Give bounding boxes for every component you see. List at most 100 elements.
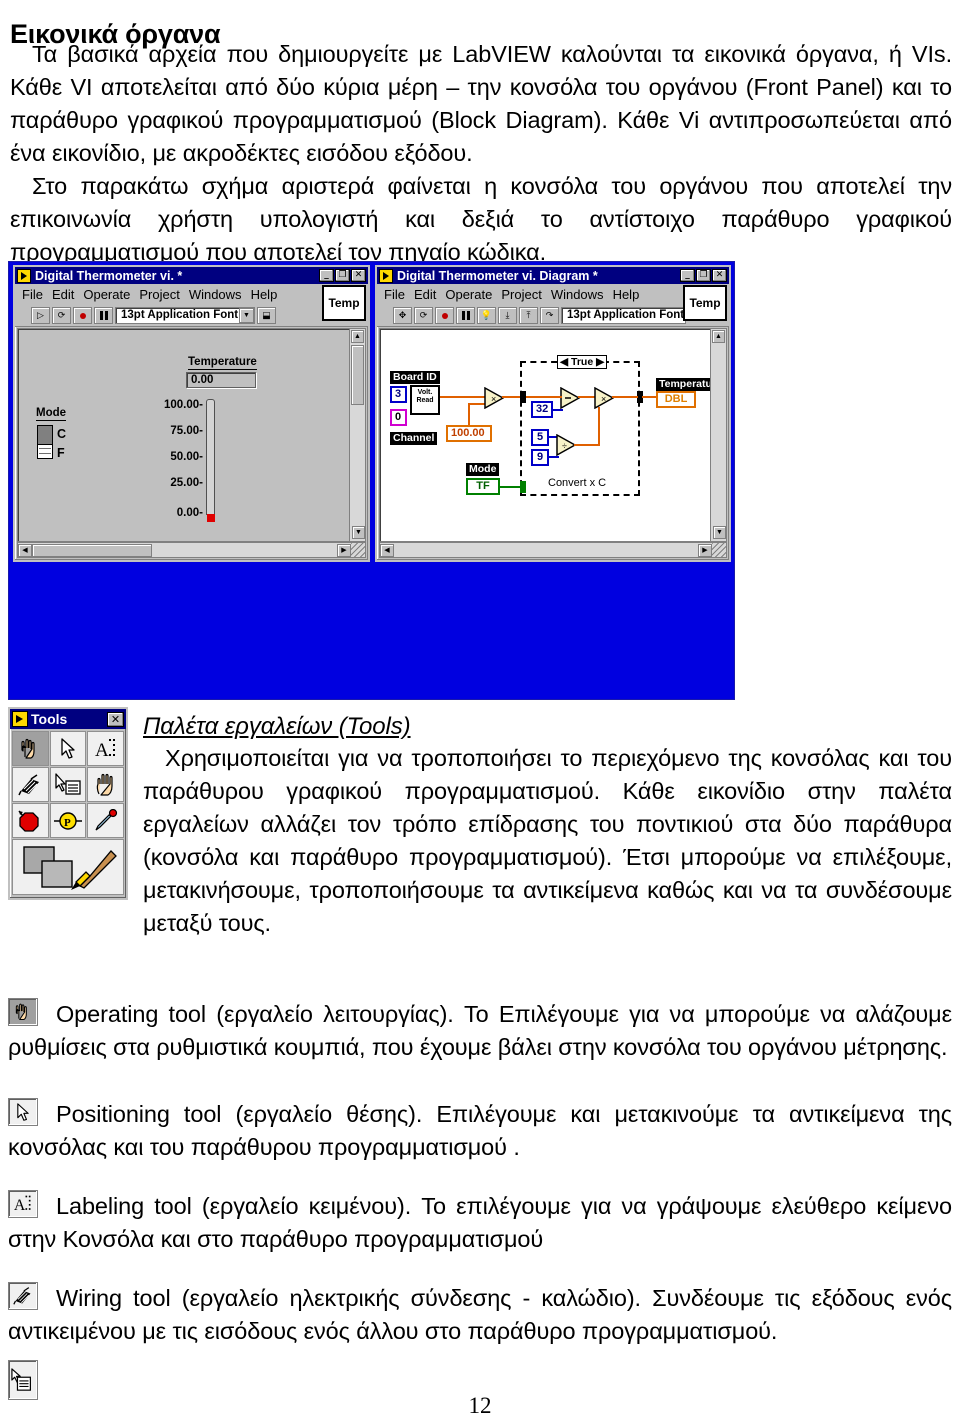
temperature-indicator[interactable]: 0.00 xyxy=(186,372,256,388)
board-id-terminal-label[interactable]: Board ID xyxy=(390,371,440,384)
tool-breakpoint[interactable] xyxy=(12,803,49,838)
pause-button[interactable] xyxy=(456,307,475,324)
menu-help[interactable]: Help xyxy=(251,287,278,302)
menu-windows[interactable]: Windows xyxy=(551,287,604,302)
step-out-button[interactable]: ↷ xyxy=(540,307,559,324)
front-panel-vertical-scrollbar[interactable]: ▲ ▼ xyxy=(349,329,365,541)
menu-project[interactable]: Project xyxy=(139,287,179,302)
thermometer-tube[interactable] xyxy=(206,399,215,515)
wire-divide-right xyxy=(574,444,600,446)
subtract-node[interactable] xyxy=(560,387,580,409)
front-panel-title: Digital Thermometer vi. * xyxy=(35,269,319,283)
tool-labeling[interactable]: A xyxy=(87,731,124,766)
menu-operate[interactable]: Operate xyxy=(83,287,130,302)
divide-node[interactable]: ÷ xyxy=(556,434,576,456)
scroll-down-icon[interactable]: ▼ xyxy=(352,526,365,539)
scale-constant-100[interactable]: 100.00 xyxy=(446,425,492,442)
menu-file[interactable]: File xyxy=(384,287,405,302)
menu-project[interactable]: Project xyxy=(501,287,541,302)
mode-switch[interactable] xyxy=(37,425,53,459)
tool-probe[interactable]: P xyxy=(50,803,87,838)
case-selector-label[interactable]: ◀ True ▶ xyxy=(557,355,607,369)
tool-color-copy[interactable] xyxy=(87,803,124,838)
run-continuously-button[interactable]: ⟳ xyxy=(52,307,71,324)
close-icon[interactable]: ✕ xyxy=(107,712,124,727)
constant-9[interactable]: 9 xyxy=(531,449,549,466)
menu-operate[interactable]: Operate xyxy=(445,287,492,302)
run-button[interactable]: ✥ xyxy=(393,307,412,324)
scroll-left-icon[interactable]: ◀ xyxy=(18,544,32,557)
close-button[interactable]: ✕ xyxy=(351,269,366,282)
constant-5[interactable]: 5 xyxy=(531,429,549,446)
channel-terminal-label[interactable]: Channel xyxy=(390,432,437,445)
tools-palette-window: Tools ✕ A xyxy=(8,707,128,900)
scroll-right-icon[interactable]: ▶ xyxy=(698,544,712,557)
run-button[interactable]: ▷ xyxy=(31,307,50,324)
scroll-up-icon[interactable]: ▲ xyxy=(351,330,364,343)
floating-temp-palette[interactable]: Temp xyxy=(322,285,366,321)
mode-boolean-terminal[interactable]: TF xyxy=(466,478,500,495)
pause-button[interactable] xyxy=(94,307,113,324)
scroll-down-icon[interactable]: ▼ xyxy=(713,526,726,539)
menu-edit[interactable]: Edit xyxy=(414,287,436,302)
resize-grip-icon[interactable] xyxy=(712,543,726,557)
scroll-up-icon[interactable]: ▲ xyxy=(712,330,725,343)
block-diagram-vertical-scrollbar[interactable]: ▲ ▼ xyxy=(710,329,726,541)
volt-read-subvi[interactable]: Volt. Read xyxy=(410,385,440,415)
document-page: Εικονικά όργανα Τα βασικά αρχεία που δημ… xyxy=(0,0,960,1427)
channel-constant[interactable]: 0 xyxy=(390,409,407,426)
constant-32[interactable]: 32 xyxy=(531,401,553,418)
maximize-button[interactable]: ❐ xyxy=(696,269,711,282)
front-panel-canvas[interactable]: Temperature 0.00 Mode C F 100.00- 75.00-… xyxy=(17,328,366,542)
mode-terminal-label[interactable]: Mode xyxy=(466,463,499,476)
tool-operating[interactable] xyxy=(12,731,49,766)
temperature-output-terminal[interactable]: DBL xyxy=(656,391,696,408)
block-diagram-horizontal-scrollbar[interactable]: ◀ ▶ xyxy=(379,542,727,558)
tool-wiring[interactable] xyxy=(12,767,49,802)
highlight-execution-button[interactable]: 💡 xyxy=(477,307,496,324)
close-button[interactable]: ✕ xyxy=(712,269,727,282)
abort-button[interactable] xyxy=(73,307,92,324)
menu-edit[interactable]: Edit xyxy=(52,287,74,302)
font-selector[interactable]: 13pt Application Font xyxy=(561,307,686,324)
menu-windows[interactable]: Windows xyxy=(189,287,242,302)
tool-scrolling[interactable] xyxy=(87,767,124,802)
tool-positioning[interactable] xyxy=(50,731,87,766)
wire-32-to-subtract xyxy=(553,409,563,411)
multiply-node-2[interactable]: × xyxy=(594,387,614,409)
scroll-right-icon[interactable]: ▶ xyxy=(337,544,351,557)
wire-divide-up xyxy=(598,407,600,445)
minimize-button[interactable]: _ xyxy=(680,269,695,282)
minimize-button[interactable]: _ xyxy=(319,269,334,282)
horizontal-scroll-thumb[interactable] xyxy=(32,544,152,557)
multiply-node-1[interactable]: × xyxy=(484,387,504,409)
scale-tick-75: 75.00- xyxy=(138,425,203,437)
block-diagram-canvas[interactable]: Board ID 3 0 Channel Volt. Read 100.00 × xyxy=(379,328,727,542)
step-over-button[interactable]: ⤒ xyxy=(519,307,538,324)
mode-option-f[interactable]: F xyxy=(57,446,65,460)
tool-object-shortcut-menu[interactable] xyxy=(50,767,87,802)
font-selector[interactable]: 13pt Application Font ▼ xyxy=(115,307,255,324)
board-id-constant[interactable]: 3 xyxy=(390,386,407,403)
scale-tick-0: 0.00- xyxy=(138,507,203,519)
menu-file[interactable]: File xyxy=(22,287,43,302)
run-continuously-button[interactable]: ⟳ xyxy=(414,307,433,324)
page-number: 12 xyxy=(0,1393,960,1419)
align-objects-button[interactable]: ⬓ xyxy=(257,307,276,324)
svg-text:×: × xyxy=(601,394,606,404)
case-selector-value: True xyxy=(571,356,593,368)
maximize-button[interactable]: ❐ xyxy=(335,269,350,282)
chevron-down-icon[interactable]: ▼ xyxy=(239,308,254,323)
vertical-scroll-thumb[interactable] xyxy=(351,345,364,405)
abort-button[interactable] xyxy=(435,307,454,324)
mode-option-c[interactable]: C xyxy=(57,427,66,441)
floating-temp-palette[interactable]: Temp xyxy=(683,285,727,321)
wire-constant-up xyxy=(468,403,470,425)
menu-help[interactable]: Help xyxy=(613,287,640,302)
step-into-button[interactable]: ⤓ xyxy=(498,307,517,324)
scroll-left-icon[interactable]: ◀ xyxy=(380,544,394,557)
tool-coloring[interactable] xyxy=(12,839,124,895)
front-panel-horizontal-scrollbar[interactable]: ◀ ▶ xyxy=(17,542,366,558)
resize-grip-icon[interactable] xyxy=(351,543,365,557)
probe-p-icon: P xyxy=(53,810,83,832)
